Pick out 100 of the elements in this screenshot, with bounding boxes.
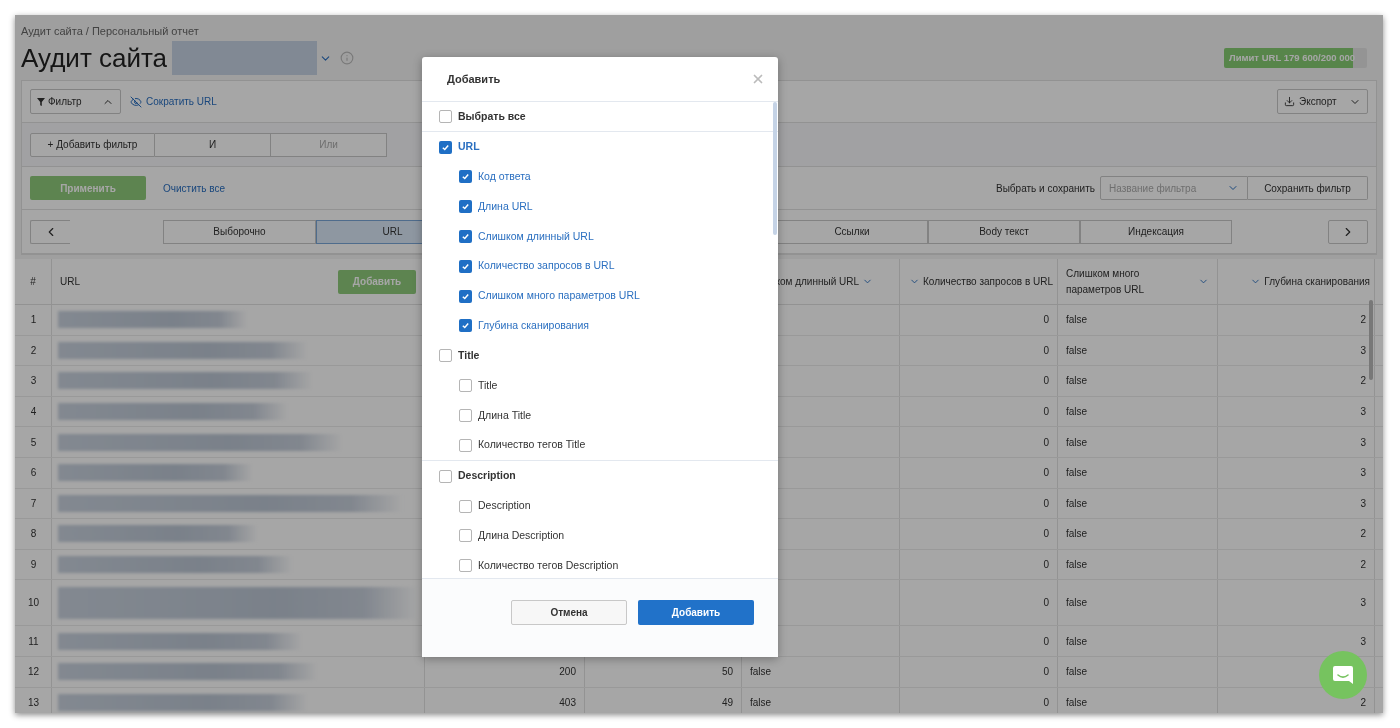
- table-cell-text: false: [1066, 665, 1088, 680]
- table-cell-text: 12: [26, 665, 41, 680]
- checkbox[interactable]: [459, 408, 472, 422]
- option-label[interactable]: Длина Title: [478, 407, 532, 424]
- checkbox[interactable]: [459, 289, 472, 303]
- page-title: Аудит сайта: [21, 43, 168, 73]
- table-cell-text: 50: [721, 665, 733, 680]
- table-cell-text: 1: [29, 313, 38, 328]
- table-cell-text: false: [1066, 527, 1088, 542]
- table-cell-text: 0: [1043, 596, 1049, 611]
- table-cell-text: 403: [559, 695, 576, 710]
- checkbox[interactable]: [459, 259, 472, 273]
- checkbox[interactable]: [459, 379, 472, 393]
- download-icon: [1284, 96, 1295, 107]
- column-header[interactable]: Слишком много параметров URL: [1066, 265, 1176, 298]
- info-icon[interactable]: [340, 51, 355, 65]
- save-label: Выбрать и сохранить: [996, 181, 1095, 196]
- table-cell-text: 3: [1360, 343, 1366, 358]
- table-cell-text: 0: [1043, 466, 1049, 481]
- tab[interactable]: Индексация: [1080, 219, 1232, 244]
- tab[interactable]: Body текст: [928, 219, 1080, 244]
- table-cell-text: 0: [1043, 634, 1049, 649]
- checkbox[interactable]: [459, 438, 472, 452]
- column-header[interactable]: Глубина сканирования: [1264, 274, 1370, 289]
- table-cell-text: 0: [1043, 527, 1049, 542]
- table-cell-text: 5: [29, 435, 38, 450]
- group-label[interactable]: URL: [458, 139, 480, 155]
- table-cell-text: 3: [1360, 466, 1366, 481]
- table-cell-text: false: [1066, 634, 1088, 649]
- filter-button[interactable]: Фильтр: [30, 89, 121, 114]
- table-cell-text: 2: [1360, 374, 1366, 389]
- shorten-url-link[interactable]: Сократить URL: [130, 94, 217, 109]
- table-cell-text: 0: [1043, 695, 1049, 710]
- option-label[interactable]: Код ответа: [478, 169, 531, 185]
- table-cell-text: false: [1066, 558, 1088, 573]
- checkbox[interactable]: [459, 529, 472, 543]
- column-header[interactable]: Количество запросов в URL: [922, 274, 1053, 289]
- option-label[interactable]: Количество запросов в URL: [478, 258, 615, 275]
- table-cell-text: 2: [1360, 558, 1366, 573]
- tab[interactable]: Выборочно: [163, 219, 316, 244]
- operator-button[interactable]: И: [155, 132, 271, 157]
- checkbox[interactable]: [459, 499, 472, 513]
- save-filter-button[interactable]: Сохранить фильтр: [1248, 176, 1368, 200]
- option-label[interactable]: Выбрать все: [458, 108, 526, 125]
- option-label[interactable]: Слишком много параметров URL: [478, 288, 640, 304]
- table-cell-text: false: [1066, 435, 1088, 450]
- option-label[interactable]: Слишком длинный URL: [478, 228, 594, 245]
- table-cell-text: 8: [29, 527, 38, 542]
- table-cell-text: 0: [1043, 665, 1049, 680]
- tab[interactable]: Ссылки: [776, 219, 928, 244]
- table-cell-text: false: [1066, 695, 1088, 710]
- check-icon: [441, 142, 450, 152]
- table-cell-text: 2: [1360, 695, 1366, 710]
- checkbox[interactable]: [439, 110, 452, 123]
- group-label[interactable]: Title: [458, 347, 480, 364]
- checkbox[interactable]: [459, 559, 472, 573]
- confirm-button[interactable]: Добавить: [638, 600, 754, 625]
- table-cell-text: false: [1066, 374, 1088, 389]
- close-icon[interactable]: [751, 72, 765, 86]
- export-button[interactable]: Экспорт: [1277, 89, 1368, 114]
- table-cell-text: 3: [1360, 596, 1366, 611]
- next-button[interactable]: [1328, 219, 1368, 244]
- option-label[interactable]: Количество тегов Description: [478, 557, 619, 574]
- previous-button[interactable]: [30, 219, 70, 244]
- checkbox[interactable]: [459, 200, 472, 214]
- table-cell-text: false: [1066, 343, 1088, 358]
- group-label[interactable]: Description: [458, 468, 516, 485]
- cancel-button[interactable]: Отмена: [511, 600, 627, 625]
- option-label[interactable]: Длина Description: [478, 528, 565, 544]
- add-filter-button[interactable]: + Добавить фильтр: [30, 132, 155, 157]
- table-cell-text: 4: [29, 405, 38, 420]
- check-icon: [461, 232, 470, 241]
- checkbox[interactable]: [439, 349, 452, 363]
- table-cell-text: false: [1066, 466, 1088, 481]
- table-cell-text: 0: [1043, 558, 1049, 573]
- table-cell-text: false: [1066, 596, 1088, 611]
- checkbox[interactable]: [459, 230, 472, 243]
- scrollbar-thumb[interactable]: [773, 102, 777, 235]
- option-label[interactable]: Глубина сканирования: [478, 318, 589, 334]
- breadcrumb[interactable]: Аудит сайта / Персональный отчет: [21, 25, 1377, 38]
- column-header[interactable]: #: [30, 274, 36, 289]
- table-cell-text: 0: [1043, 496, 1049, 511]
- table-cell-text: 3: [1360, 634, 1366, 649]
- check-icon: [461, 291, 470, 301]
- option-label[interactable]: Description: [478, 498, 531, 514]
- option-label[interactable]: Длина URL: [478, 198, 533, 215]
- checkbox[interactable]: [439, 140, 452, 154]
- table-cell-text: 3: [1360, 405, 1366, 420]
- table-cell-text: 0: [1043, 405, 1049, 420]
- checkbox[interactable]: [459, 319, 472, 333]
- column-header[interactable]: URL: [60, 274, 80, 289]
- option-label[interactable]: Количество тегов Title: [478, 437, 586, 454]
- checkbox[interactable]: [459, 170, 472, 184]
- option-label[interactable]: Title: [478, 377, 498, 394]
- table-cell-text: false: [750, 665, 772, 680]
- table-cell-text: 200: [559, 665, 576, 680]
- table-cell-text: 2: [29, 343, 38, 358]
- table-cell-text: 3: [29, 374, 38, 389]
- clear-all-link[interactable]: Очистить все: [163, 180, 226, 196]
- checkbox[interactable]: [439, 469, 452, 483]
